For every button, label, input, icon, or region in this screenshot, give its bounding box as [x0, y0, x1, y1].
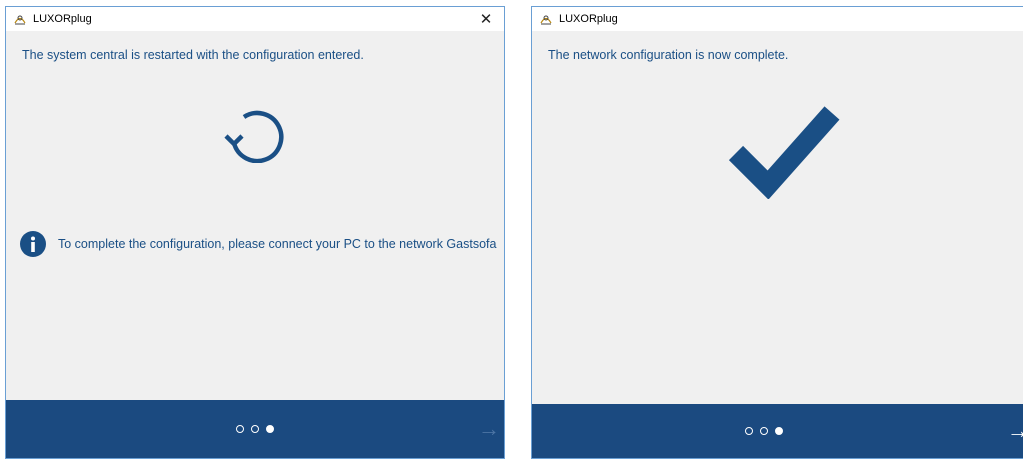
info-notice: To complete the configuration, please co… — [20, 231, 496, 257]
page-dot-1 — [744, 427, 753, 435]
luxorplug-app-icon — [12, 11, 28, 27]
status-message: The system central is restarted with the… — [22, 48, 364, 62]
page-dot-3-active — [266, 425, 274, 433]
window-title: LUXORplug — [33, 13, 92, 25]
luxorplug-app-icon — [538, 11, 554, 27]
page-indicator — [532, 404, 995, 458]
wizard-footer: → — [532, 404, 1023, 458]
page-dot-2 — [759, 427, 768, 435]
page-indicator — [6, 400, 504, 458]
title-bar[interactable]: LUXORplug ✕ — [532, 7, 1023, 31]
close-icon: ✕ — [479, 11, 493, 28]
window-title: LUXORplug — [559, 13, 618, 25]
next-arrow-icon[interactable]: → — [478, 400, 500, 458]
page-dot-1 — [236, 425, 244, 433]
info-icon — [20, 231, 46, 257]
info-text: To complete the configuration, please co… — [58, 237, 497, 251]
next-arrow-icon[interactable]: → — [1007, 404, 1023, 458]
setup-window-complete: LUXORplug ✕ The network configuration is… — [531, 6, 1023, 459]
close-button[interactable]: ✕ — [1013, 7, 1023, 31]
checkmark-icon — [728, 106, 840, 199]
setup-window-restart: LUXORplug ✕ The system central is restar… — [5, 6, 505, 459]
title-bar[interactable]: LUXORplug ✕ — [6, 7, 504, 31]
close-button[interactable]: ✕ — [470, 7, 502, 31]
page-dot-3-active — [774, 427, 783, 435]
wizard-footer: → — [6, 400, 504, 458]
status-message: The network configuration is now complet… — [548, 48, 789, 62]
page-dot-2 — [251, 425, 259, 433]
restart-icon — [224, 110, 284, 163]
